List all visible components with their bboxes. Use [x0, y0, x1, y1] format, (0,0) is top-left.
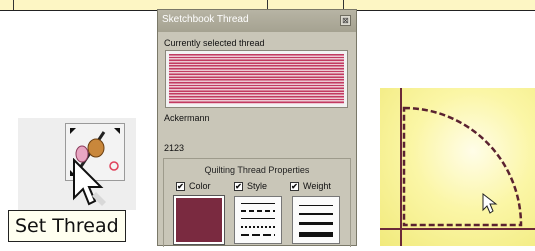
checkbox-check-icon: ✔	[234, 181, 243, 191]
color-checkbox[interactable]: ✔ Color	[176, 181, 211, 191]
thread-brand: Ackermann	[164, 113, 210, 123]
table-divider	[13, 0, 14, 10]
window-title: Sketchbook Thread	[162, 14, 249, 25]
current-thread-swatch-frame	[165, 50, 348, 108]
weight-line-thin	[299, 205, 333, 206]
current-thread-swatch	[169, 54, 344, 104]
close-button[interactable]: ⊠	[340, 15, 351, 26]
style-line-solid	[241, 218, 275, 219]
style-line-solid	[241, 203, 275, 204]
quilt-canvas[interactable]	[380, 88, 535, 246]
weight-line-heavy	[299, 232, 333, 237]
checkbox-check-icon: ✔	[176, 181, 185, 191]
thread-style-swatch[interactable]	[234, 196, 282, 244]
weight-checkbox[interactable]: ✔ Weight	[290, 181, 331, 191]
weight-label: Weight	[303, 181, 331, 191]
arrow-cursor-icon	[482, 192, 498, 214]
thread-color-swatch[interactable]	[173, 195, 225, 245]
mouse-cursor-icon	[73, 158, 106, 206]
checkbox-check-icon: ✔	[290, 181, 299, 191]
sketchbook-thread-window: Sketchbook Thread ⊠ Currently selected t…	[157, 9, 357, 247]
style-line-dashed	[241, 210, 275, 212]
weight-line-thick	[299, 222, 333, 225]
color-label: Color	[189, 181, 211, 191]
style-checkbox[interactable]: ✔ Style	[234, 181, 267, 191]
thread-code: 2123	[164, 143, 185, 153]
current-thread-label: Currently selected thread	[164, 38, 265, 48]
properties-title: Quilting Thread Properties	[204, 165, 310, 175]
style-label: Style	[247, 181, 268, 191]
quarter-circle-stitch-shape	[380, 88, 535, 246]
window-titlebar[interactable]: Sketchbook Thread ⊠	[158, 10, 356, 32]
weight-line-medium	[299, 213, 333, 215]
style-line-dotted	[241, 226, 275, 228]
style-line-long-dash	[241, 234, 275, 236]
quilting-thread-properties: Quilting Thread Properties ✔ Color ✔ Sty…	[163, 158, 351, 247]
thread-weight-swatch[interactable]	[292, 196, 340, 244]
tooltip-set-thread: Set Thread	[8, 210, 126, 242]
